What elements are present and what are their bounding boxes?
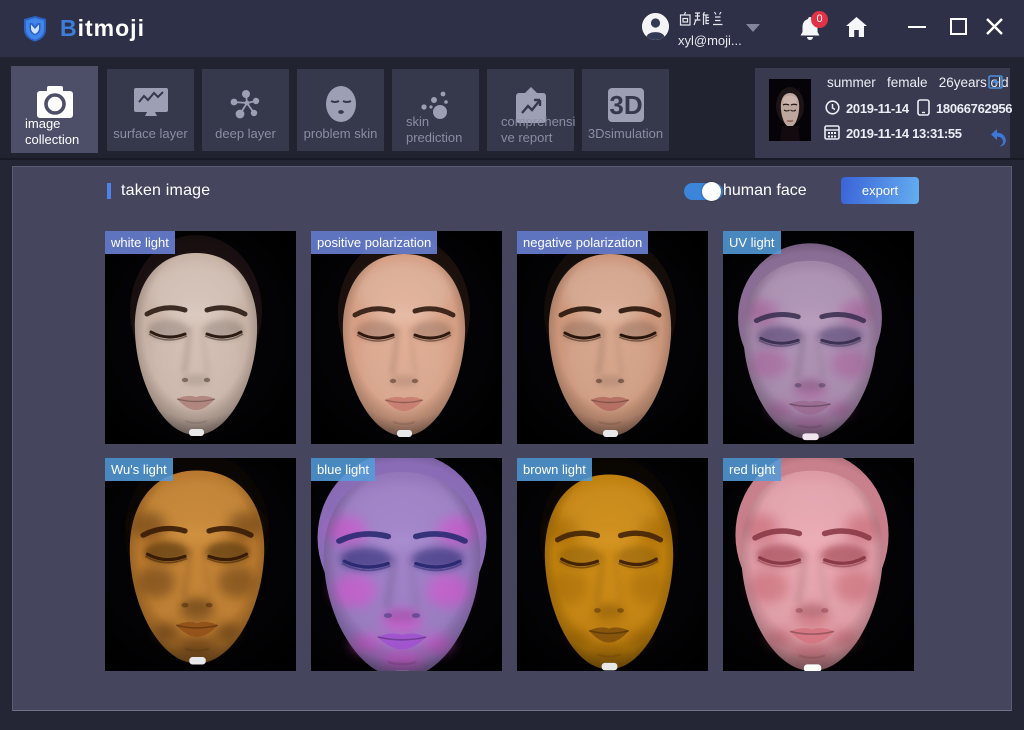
svg-text:3D: 3D	[609, 90, 642, 120]
